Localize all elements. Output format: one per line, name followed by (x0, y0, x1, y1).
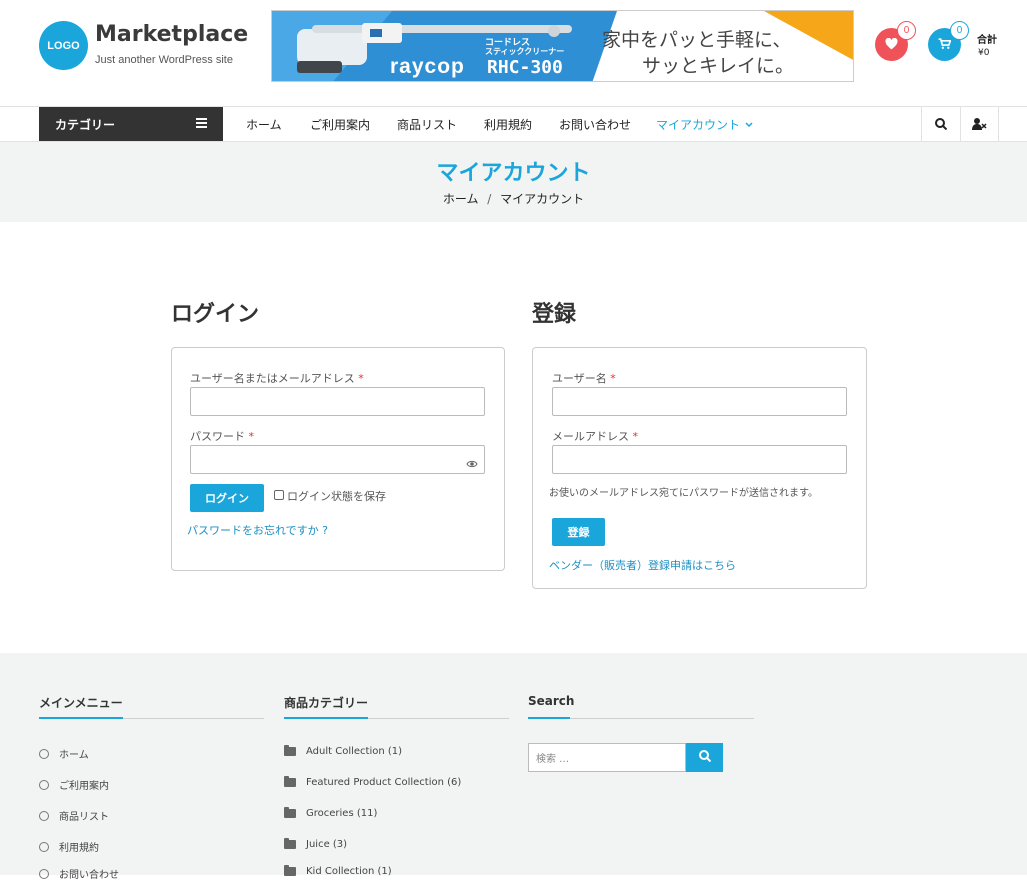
folder-icon (284, 838, 296, 849)
footer-category-item[interactable]: Juice (3) (284, 838, 348, 850)
nav-item-my-account-label: マイアカウント (656, 117, 741, 132)
wishlist-count-badge: 0 (897, 21, 916, 40)
breadcrumb-home[interactable]: ホーム (443, 192, 479, 206)
cart-total-label: 合計 (977, 35, 997, 46)
nav-item-home[interactable]: ホーム (246, 107, 282, 141)
banner-sub2: スティッククリーナー (485, 47, 565, 56)
nav-item-my-account[interactable]: マイアカウント (656, 107, 753, 141)
footer-menu-item-contact[interactable]: お問い合わせ (39, 866, 119, 881)
nav-item-products[interactable]: 商品リスト (397, 107, 457, 141)
footer-menu-label: お問い合わせ (59, 870, 119, 881)
nav-item-terms[interactable]: 利用規約 (484, 107, 532, 141)
banner-brand: raycop (390, 55, 465, 78)
user-times-icon (972, 115, 987, 134)
category-menu-label: カテゴリー (55, 117, 116, 132)
circle-icon (39, 748, 49, 759)
footer-category-heading: 商品カテゴリー (284, 696, 369, 710)
circle-icon (39, 810, 49, 821)
footer-category-label: Juice (3) (306, 839, 348, 850)
login-username-label: ユーザー名またはメールアドレス * (190, 372, 364, 385)
hamburger-icon (196, 117, 207, 131)
site-tagline: Just another WordPress site (95, 54, 233, 66)
ad-banner[interactable]: コードレス スティッククリーナー raycop RHC-300 家中をパッと手軽… (271, 10, 854, 82)
register-username-input[interactable] (552, 387, 847, 416)
footer-category-label: Kid Collection (1) (306, 866, 392, 877)
remember-me-checkbox[interactable] (274, 490, 284, 500)
banner-model: RHC-300 (487, 57, 563, 78)
footer-category-item[interactable]: Groceries (11) (284, 807, 378, 819)
login-password-input[interactable] (190, 445, 485, 474)
footer-search-button[interactable] (686, 743, 723, 772)
account-button[interactable] (960, 107, 999, 141)
chevron-down-icon (745, 117, 753, 131)
remember-me-label: ログイン状態を保存 (287, 490, 386, 503)
circle-icon (39, 841, 49, 852)
site-title[interactable]: Marketplace (95, 22, 248, 47)
footer-category-label: Groceries (11) (306, 808, 378, 819)
register-username-label: ユーザー名 * (552, 372, 616, 385)
site-logo[interactable]: LOGO (39, 21, 88, 70)
footer-menu-divider (39, 717, 264, 719)
footer-category-label: Adult Collection (1) (306, 746, 403, 757)
folder-icon (284, 807, 296, 818)
login-username-input[interactable] (190, 387, 485, 416)
footer-menu-label: 商品リスト (59, 812, 109, 823)
register-email-label: メールアドレス * (552, 430, 638, 443)
heart-icon (885, 35, 898, 54)
footer-category-item[interactable]: Featured Product Collection (6) (284, 776, 462, 788)
footer-menu-label: 利用規約 (59, 843, 99, 854)
breadcrumb-current: マイアカウント (500, 192, 585, 206)
cart-count-badge: 0 (950, 21, 969, 40)
breadcrumb: ホーム / マイアカウント (0, 190, 1027, 207)
footer-menu-item-products[interactable]: 商品リスト (39, 808, 109, 823)
register-password-note: お使いのメールアドレス宛てにパスワードが送信されます。 (549, 488, 818, 499)
banner-copy-1: 家中をパッと手軽に、 (602, 29, 792, 51)
register-heading: 登録 (532, 302, 577, 327)
footer-search-divider (528, 717, 754, 719)
nav-item-guide[interactable]: ご利用案内 (310, 107, 370, 141)
register-email-input[interactable] (552, 445, 847, 474)
lost-password-link[interactable]: パスワードをお忘れですか ? (187, 522, 328, 538)
vendor-register-link[interactable]: ベンダー（販売者）登録申請はこちら (549, 557, 736, 573)
footer-category-item[interactable]: Adult Collection (1) (284, 745, 403, 757)
search-icon (935, 115, 948, 134)
footer-search-input[interactable]: 検索 … (528, 743, 686, 772)
login-heading: ログイン (171, 302, 260, 327)
breadcrumb-separator: / (487, 192, 492, 206)
page-title: マイアカウント (436, 161, 591, 186)
folder-icon (284, 776, 296, 787)
footer-menu-item-guide[interactable]: ご利用案内 (39, 777, 109, 792)
eye-icon[interactable] (466, 454, 478, 473)
circle-icon (39, 779, 49, 790)
search-toggle-button[interactable] (921, 107, 960, 141)
cart-total-value: ¥0 (978, 48, 990, 58)
circle-icon (39, 868, 49, 879)
banner-copy-2: サッとキレイに。 (642, 55, 795, 77)
cart-icon (938, 35, 952, 54)
footer (0, 653, 1027, 875)
nav-item-contact[interactable]: お問い合わせ (559, 107, 631, 141)
footer-category-item[interactable]: Kid Collection (1) (284, 865, 392, 877)
footer-menu-item-terms[interactable]: 利用規約 (39, 839, 99, 854)
category-menu-button[interactable]: カテゴリー (39, 107, 223, 141)
footer-menu-label: ご利用案内 (59, 781, 109, 792)
folder-icon (284, 745, 296, 756)
footer-menu-heading: メインメニュー (39, 696, 123, 710)
footer-category-label: Featured Product Collection (6) (306, 777, 462, 788)
footer-search-heading: Search (528, 694, 575, 708)
login-password-label: パスワード * (190, 430, 254, 443)
footer-category-divider (284, 717, 509, 719)
footer-menu-label: ホーム (59, 750, 89, 761)
footer-menu-item-home[interactable]: ホーム (39, 746, 89, 761)
search-icon (698, 750, 711, 765)
login-button[interactable]: ログイン (190, 484, 264, 512)
register-button[interactable]: 登録 (552, 518, 605, 546)
